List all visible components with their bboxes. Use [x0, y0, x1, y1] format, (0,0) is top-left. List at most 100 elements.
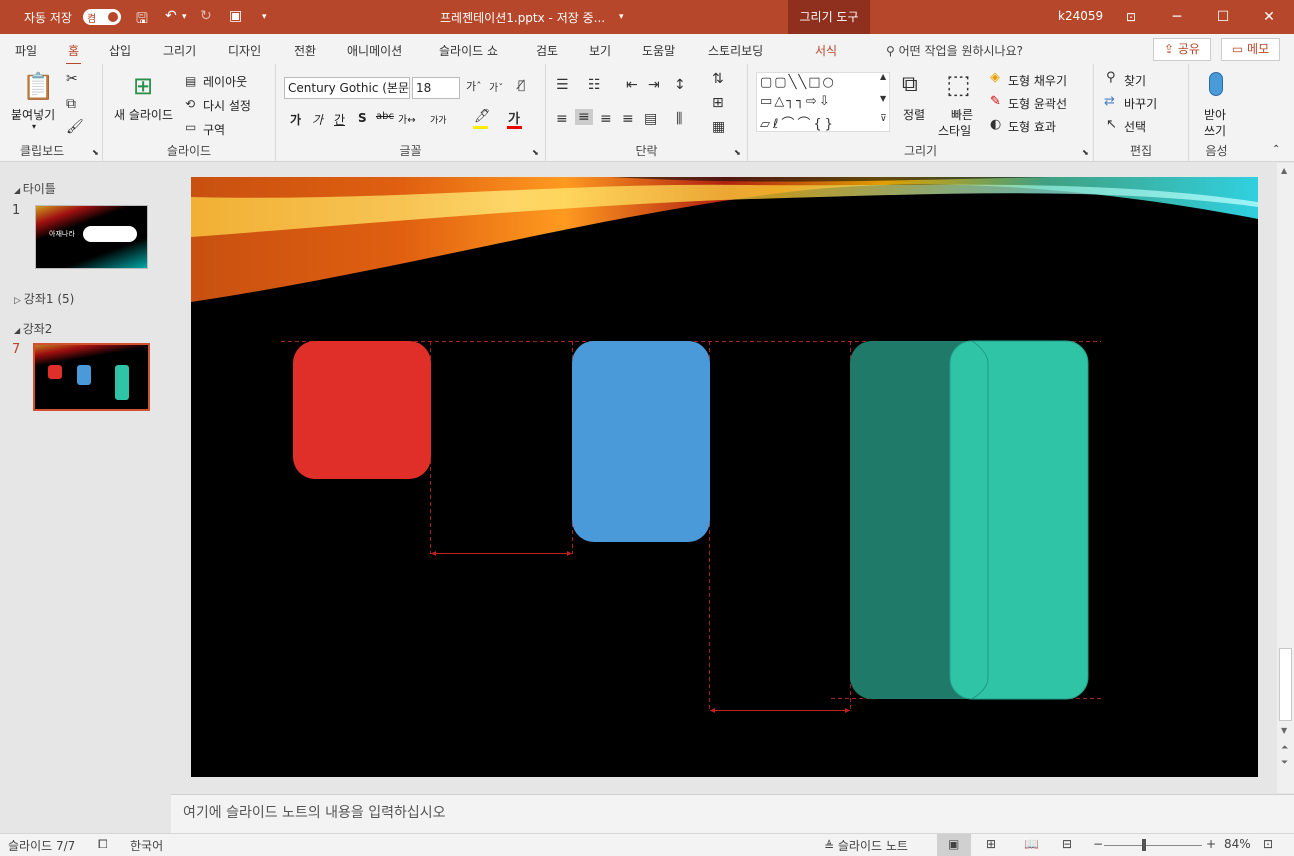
- paragraph-launcher-icon[interactable]: ⬊: [734, 148, 741, 157]
- dictate-label-1[interactable]: 받아: [1204, 106, 1226, 123]
- quick-styles-icon[interactable]: ⬚: [946, 70, 971, 100]
- shrink-font-icon[interactable]: 가ˇ: [489, 79, 503, 94]
- tab-storyboarding[interactable]: 스토리보딩: [708, 42, 763, 59]
- tab-file[interactable]: 파일: [15, 42, 37, 59]
- teal-light-rounded-rectangle[interactable]: [949, 340, 1089, 700]
- gallery-up-icon[interactable]: ▲: [880, 72, 886, 81]
- italic-button[interactable]: 가: [312, 111, 323, 128]
- paste-icon[interactable]: 📋: [22, 72, 54, 102]
- scroll-down-icon[interactable]: ▼: [1281, 726, 1287, 735]
- highlight-icon[interactable]: 🖊: [474, 109, 491, 124]
- align-center-icon[interactable]: ≡: [575, 109, 593, 125]
- bold-button[interactable]: 가: [290, 111, 301, 128]
- decrease-indent-icon[interactable]: ⇤: [626, 77, 638, 93]
- slide-canvas[interactable]: [191, 177, 1258, 777]
- clear-format-icon[interactable]: 가̸: [518, 78, 525, 92]
- arrange-icon[interactable]: ⧉: [902, 72, 918, 97]
- tab-help[interactable]: 도움말: [642, 42, 675, 59]
- redo-icon[interactable]: ↻: [200, 8, 212, 24]
- previous-slide-icon[interactable]: ⏶: [1281, 743, 1288, 753]
- section-title[interactable]: ◢ 타이틀: [14, 180, 56, 197]
- underline-button[interactable]: 간: [334, 111, 345, 128]
- columns-icon[interactable]: ⫼: [676, 111, 682, 127]
- drawing-launcher-icon[interactable]: ⬊: [1082, 148, 1089, 157]
- maximize-icon[interactable]: ☐: [1200, 0, 1246, 34]
- slide-thumbnail-7[interactable]: [33, 343, 150, 411]
- copy-icon[interactable]: ⧉: [66, 96, 76, 112]
- reading-view-icon[interactable]: 📖: [1024, 837, 1039, 851]
- cut-icon[interactable]: ✂: [66, 71, 78, 87]
- zoom-level[interactable]: 84%: [1224, 837, 1251, 851]
- paste-button[interactable]: 붙여넣기: [11, 106, 55, 123]
- vertical-scrollbar[interactable]: ▲ ▼ ⏶ ⏷: [1277, 163, 1294, 793]
- tab-animations[interactable]: 애니메이션: [347, 42, 402, 59]
- strikethrough-button[interactable]: abc: [376, 111, 394, 122]
- slide-thumbnail-1[interactable]: 아재나라: [35, 205, 148, 269]
- line-spacing-icon[interactable]: ↕: [674, 77, 686, 93]
- autosave-toggle[interactable]: 켬: [83, 9, 121, 25]
- zoom-slider-track[interactable]: [1104, 845, 1202, 846]
- next-slide-icon[interactable]: ⏷: [1281, 758, 1288, 768]
- accessibility-icon[interactable]: ⧠: [98, 837, 108, 852]
- comments-button[interactable]: ▭ 메모: [1221, 38, 1280, 61]
- notes-pane[interactable]: 여기에 슬라이드 노트의 내용을 입력하십시오: [171, 794, 1294, 833]
- share-button[interactable]: ⇪ 공유: [1153, 38, 1211, 61]
- tab-format[interactable]: 서식: [815, 42, 837, 59]
- arrange-button[interactable]: 정렬: [903, 106, 925, 123]
- shapes-gallery[interactable]: ▢▢╲╲□○ ▭△┐┐⇨⇩ ▱ℓ⌒⌒{}: [756, 72, 890, 132]
- shape-fill-button[interactable]: 도형 채우기: [1008, 72, 1067, 89]
- shape-effects-button[interactable]: 도형 효과: [1008, 118, 1056, 135]
- font-size-combo[interactable]: 18: [412, 77, 460, 99]
- zoom-out-icon[interactable]: −: [1093, 837, 1103, 851]
- notes-toggle[interactable]: ≜ 슬라이드 노트: [824, 837, 908, 854]
- new-slide-button[interactable]: 새 슬라이드: [114, 106, 173, 123]
- clipboard-launcher-icon[interactable]: ⬊: [92, 148, 99, 157]
- tab-design[interactable]: 디자인: [228, 42, 261, 59]
- font-name-combo[interactable]: Century Gothic (본문: [284, 77, 410, 99]
- distribute-icon[interactable]: ▤: [644, 111, 657, 127]
- minimize-icon[interactable]: ─: [1154, 0, 1200, 34]
- replace-button[interactable]: 바꾸기: [1124, 95, 1157, 112]
- grow-font-icon[interactable]: 가ˆ: [466, 78, 482, 94]
- microphone-icon[interactable]: [1209, 72, 1223, 96]
- section-button[interactable]: 구역: [203, 121, 225, 138]
- spacing-button[interactable]: 가↔: [398, 111, 416, 126]
- scroll-thumb[interactable]: [1279, 648, 1292, 721]
- close-icon[interactable]: ✕: [1246, 0, 1292, 34]
- normal-view-button[interactable]: ▣: [937, 834, 971, 856]
- zoom-in-icon[interactable]: +: [1206, 837, 1216, 851]
- undo-icon[interactable]: ↶: [165, 8, 177, 24]
- increase-indent-icon[interactable]: ⇥: [648, 77, 660, 93]
- find-button[interactable]: 찾기: [1124, 72, 1146, 89]
- shadow-button[interactable]: S: [358, 111, 367, 125]
- font-launcher-icon[interactable]: ⬊: [532, 148, 539, 157]
- section-b[interactable]: ◢ 강좌2: [14, 320, 52, 337]
- text-direction-icon[interactable]: ⇅: [712, 71, 724, 87]
- tab-view[interactable]: 보기: [589, 42, 611, 59]
- font-color-icon[interactable]: 가: [508, 108, 520, 127]
- change-case-button[interactable]: 가가: [430, 113, 447, 126]
- blue-rounded-rectangle[interactable]: [572, 341, 710, 542]
- language-indicator[interactable]: 한국어: [130, 837, 163, 854]
- quick-styles-label-1[interactable]: 빠른: [951, 106, 973, 123]
- numbering-icon[interactable]: ☷: [588, 77, 601, 93]
- tab-slideshow[interactable]: 슬라이드 쇼: [439, 42, 498, 59]
- tab-home[interactable]: 홈: [65, 42, 82, 65]
- collapse-ribbon-icon[interactable]: ⌃: [1272, 144, 1280, 155]
- save-icon[interactable]: 🖫: [136, 8, 148, 32]
- slide-sorter-icon[interactable]: ⊞: [986, 837, 996, 851]
- title-dropdown-icon[interactable]: ▾: [619, 12, 624, 22]
- dictate-label-2[interactable]: 쓰기: [1204, 122, 1226, 139]
- tab-draw[interactable]: 그리기: [163, 42, 196, 59]
- customize-toolbar-icon[interactable]: ▾: [262, 12, 267, 22]
- format-painter-icon[interactable]: 🖌: [66, 119, 84, 135]
- tab-transitions[interactable]: 전환: [294, 42, 316, 59]
- red-rounded-rectangle[interactable]: [293, 341, 431, 479]
- smartart-icon[interactable]: ▦: [712, 119, 725, 135]
- zoom-slider-thumb[interactable]: [1142, 839, 1146, 851]
- ribbon-display-icon[interactable]: ⊡: [1108, 0, 1154, 34]
- gallery-down-icon[interactable]: ▼: [880, 94, 886, 103]
- user-name[interactable]: k24059: [1058, 9, 1103, 23]
- bullets-icon[interactable]: ☰: [556, 77, 569, 93]
- tell-me-search[interactable]: ⚲ 어떤 작업을 원하시나요?: [886, 42, 1023, 59]
